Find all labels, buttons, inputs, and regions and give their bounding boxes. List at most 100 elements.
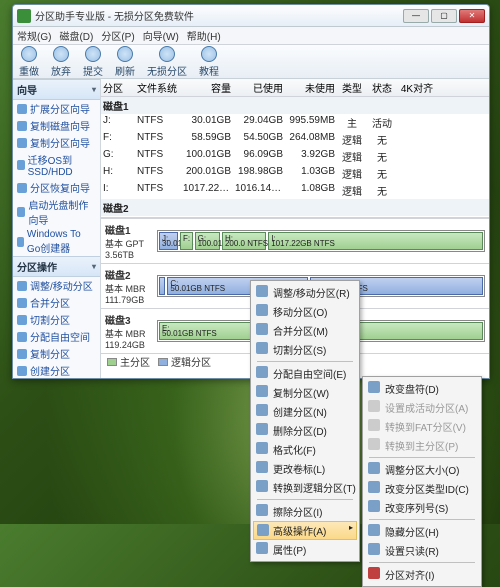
- partition-bar[interactable]: [159, 277, 165, 295]
- sidebar-item[interactable]: 创建分区: [13, 362, 100, 378]
- menu-item[interactable]: 删除分区(D): [253, 421, 357, 440]
- maximize-button[interactable]: ▢: [431, 9, 457, 23]
- sidebar-item[interactable]: 复制分区: [13, 345, 100, 362]
- toolbar-icon: [117, 46, 133, 62]
- partition-bar[interactable]: F:: [180, 232, 193, 250]
- menu-item[interactable]: 隐藏分区(H): [365, 522, 479, 541]
- table-header: 分区文件系统容量已使用未使用类型状态4K对齐: [101, 79, 489, 97]
- menubar: 常规(G) 磁盘(D) 分区(P) 向导(W) 帮助(H): [13, 27, 489, 45]
- partition-bar[interactable]: J:30.01GB NTFS: [159, 232, 178, 250]
- ops-panel-header[interactable]: 分区操作: [13, 256, 100, 277]
- sidebar-item[interactable]: 分区恢复向导: [13, 179, 100, 196]
- partition-bar[interactable]: H:200.0 NTFS: [222, 232, 266, 250]
- column-header[interactable]: 文件系统: [135, 79, 181, 96]
- table-row[interactable]: I:NTFS1017.22GB1016.14GB1.08GB逻辑无: [101, 182, 489, 199]
- sidebar-item[interactable]: 启动光盘制作向导: [13, 196, 100, 228]
- menu-item[interactable]: 转换到逻辑分区(T): [253, 478, 357, 497]
- menu-item[interactable]: 更改卷标(L): [253, 459, 357, 478]
- menu-item: 转换到FAT分区(V): [365, 417, 479, 436]
- toolbar-button[interactable]: 重做: [19, 46, 39, 78]
- menu-item[interactable]: 常规(G): [17, 28, 51, 43]
- sidebar: 向导 扩展分区向导复制磁盘向导复制分区向导迁移OS到SSD/HDD分区恢复向导启…: [13, 79, 101, 378]
- toolbar-button[interactable]: 教程: [199, 46, 219, 78]
- menu-item[interactable]: 磁盘(D): [59, 28, 93, 43]
- menu-item: 转换到主分区(P): [365, 436, 479, 455]
- disk-label: 磁盘1基本 GPT3.56TB: [105, 222, 153, 260]
- menu-item: 设置成活动分区(A): [365, 398, 479, 417]
- menu-item[interactable]: 改变分区类型ID(C): [365, 479, 479, 498]
- menu-item[interactable]: 创建分区(N): [253, 402, 357, 421]
- sidebar-item[interactable]: 迁移OS到SSD/HDD: [13, 151, 100, 179]
- disk-label: 磁盘3基本 MBR119.24GB: [105, 312, 153, 350]
- sidebar-item-icon: [17, 366, 27, 376]
- menu-item[interactable]: 设置只读(R): [365, 541, 479, 560]
- sidebar-item[interactable]: 复制磁盘向导: [13, 117, 100, 134]
- menu-item[interactable]: 擦除分区(I): [253, 502, 357, 521]
- table-row[interactable]: J:NTFS30.01GB29.04GB995.59MB主活动: [101, 114, 489, 131]
- column-header[interactable]: 类型: [337, 79, 367, 96]
- table-row[interactable]: (系统保留)NTFS100.00MB83.38MB16.62MB主活动是: [101, 216, 489, 217]
- menu-item[interactable]: 分区(P): [101, 28, 134, 43]
- sidebar-item-icon: [17, 121, 27, 131]
- partition-table: 分区文件系统容量已使用未使用类型状态4K对齐 磁盘1J:NTFS30.01GB2…: [101, 79, 489, 218]
- toolbar-icon: [53, 46, 69, 62]
- sidebar-item[interactable]: 复制分区向导: [13, 134, 100, 151]
- sidebar-item-icon: [17, 332, 27, 342]
- legend-primary: 主分区: [120, 354, 150, 369]
- menu-item[interactable]: 分区对齐(I): [365, 565, 479, 584]
- sidebar-item[interactable]: 合并分区: [13, 294, 100, 311]
- sidebar-item[interactable]: 调整/移动分区: [13, 277, 100, 294]
- sidebar-item[interactable]: 扩展分区向导: [13, 100, 100, 117]
- column-header[interactable]: 4K对齐: [397, 79, 437, 96]
- sidebar-item[interactable]: 分配自由空间: [13, 328, 100, 345]
- table-row[interactable]: H:NTFS200.01GB198.98GB1.03GB逻辑无: [101, 165, 489, 182]
- sidebar-item[interactable]: 切割分区: [13, 311, 100, 328]
- sidebar-item-icon: [17, 237, 24, 247]
- menu-item[interactable]: 复制分区(W): [253, 383, 357, 402]
- partition-bar[interactable]: G:100.01: [195, 232, 220, 250]
- context-menu[interactable]: 调整/移动分区(R)移动分区(O)合并分区(M)切割分区(S) 分配自由空间(E)…: [250, 280, 360, 562]
- toolbar-button[interactable]: 无损分区: [147, 46, 187, 78]
- toolbar-button[interactable]: 刷新: [115, 46, 135, 78]
- menu-item[interactable]: 合并分区(M): [253, 321, 357, 340]
- sidebar-item-icon: [17, 104, 27, 114]
- minimize-button[interactable]: —: [403, 9, 429, 23]
- menu-item[interactable]: 帮助(H): [187, 28, 221, 43]
- menu-item[interactable]: 调整/移动分区(R): [253, 283, 357, 302]
- column-header[interactable]: 已使用: [233, 79, 285, 96]
- menu-item[interactable]: 改变盘符(D): [365, 379, 479, 398]
- menu-item[interactable]: 改变序列号(S): [365, 498, 479, 517]
- toolbar-icon: [201, 46, 217, 62]
- table-row[interactable]: G:NTFS100.01GB96.09GB3.92GB逻辑无: [101, 148, 489, 165]
- column-header[interactable]: 状态: [367, 79, 397, 96]
- partition-bar[interactable]: I:1017.22GB NTFS: [268, 232, 483, 250]
- table-row[interactable]: F:NTFS58.59GB54.50GB264.08MB逻辑无: [101, 131, 489, 148]
- sidebar-item-icon: [17, 207, 25, 217]
- menu-item[interactable]: 移动分区(O): [253, 302, 357, 321]
- column-header[interactable]: 未使用: [285, 79, 337, 96]
- column-header[interactable]: 容量: [181, 79, 233, 96]
- toolbar-button[interactable]: 放弃: [51, 46, 71, 78]
- legend-primary-swatch: [107, 358, 117, 366]
- wizard-panel-header[interactable]: 向导: [13, 79, 100, 100]
- titlebar[interactable]: 分区助手专业版 - 无损分区免费软件 — ▢ ✕: [13, 5, 489, 27]
- menu-item[interactable]: 向导(W): [143, 28, 179, 43]
- sidebar-item-icon: [17, 183, 27, 193]
- close-button[interactable]: ✕: [459, 9, 485, 23]
- disk-label: 磁盘2基本 MBR111.79GB: [105, 267, 153, 305]
- toolbar-button[interactable]: 提交: [83, 46, 103, 78]
- table-body: 磁盘1J:NTFS30.01GB29.04GB995.59MB主活动F:NTFS…: [101, 97, 489, 217]
- menu-item[interactable]: 格式化(F): [253, 440, 357, 459]
- disk-visual: 磁盘1基本 GPT3.56TB J:30.01GB NTFSF:G:100.01H…: [101, 218, 489, 263]
- column-header[interactable]: 分区: [101, 79, 135, 96]
- table-group-row[interactable]: 磁盘2: [101, 199, 489, 216]
- menu-item[interactable]: 切割分区(S): [253, 340, 357, 359]
- menu-item[interactable]: 调整分区大小(O): [365, 460, 479, 479]
- sidebar-item[interactable]: Windows To Go创建器: [13, 228, 100, 256]
- menu-item[interactable]: 属性(P): [253, 540, 357, 559]
- toolbar-icon: [85, 46, 101, 62]
- menu-item[interactable]: 分配自由空间(E): [253, 364, 357, 383]
- context-submenu[interactable]: 改变盘符(D)设置成活动分区(A)转换到FAT分区(V)转换到主分区(P) 调整分…: [362, 376, 482, 587]
- sidebar-item-icon: [17, 281, 27, 291]
- table-group-row[interactable]: 磁盘1: [101, 97, 489, 114]
